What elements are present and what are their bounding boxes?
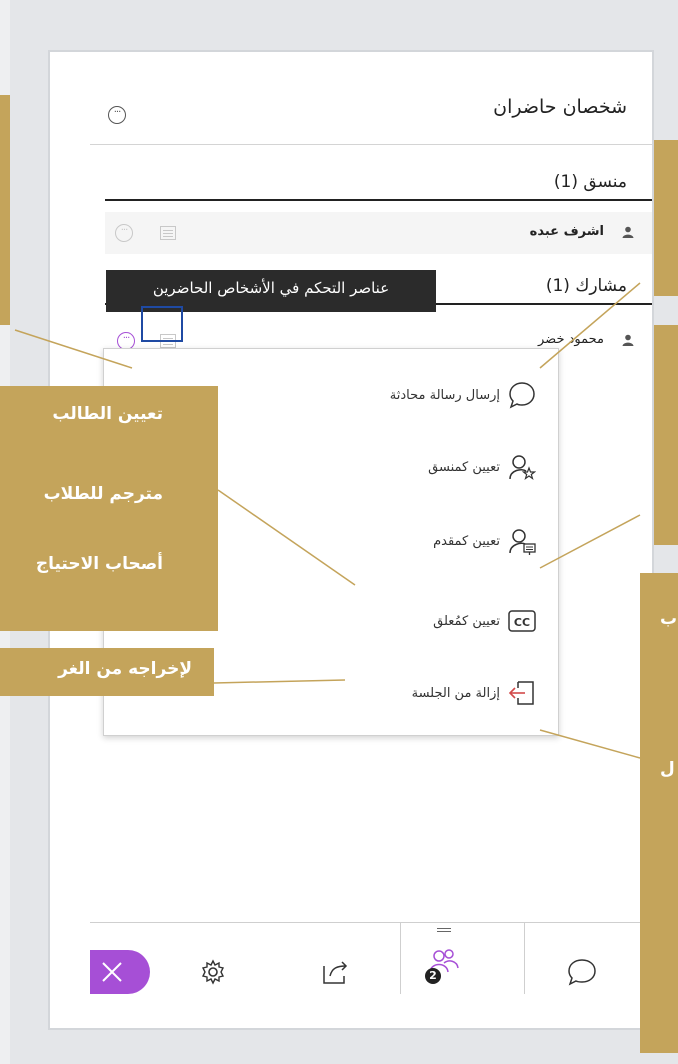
exit-icon (508, 681, 534, 705)
person-icon (622, 226, 634, 238)
attendee-row[interactable]: اشرف عبده ··· (105, 212, 652, 254)
menu-item-make-presenter[interactable]: تعيين كمقدم (433, 523, 536, 559)
tab-separator (400, 922, 401, 994)
menu-item-make-captioner[interactable]: CC تعيين كمُعلق (433, 603, 536, 639)
menu-item-label: إزالة من الجلسة (411, 685, 500, 701)
person-presenter-icon (509, 529, 536, 555)
callout-remove: لإخراجه من الغر (0, 648, 214, 696)
section-divider (105, 199, 652, 201)
chat-tab[interactable] (566, 957, 598, 987)
callout-right-lower: ب ل (640, 573, 678, 1053)
panel-title: شخصان حاضران (493, 96, 627, 118)
attendees-tab[interactable]: 2 (425, 928, 465, 988)
callout-line: تعيين الطالب (52, 404, 163, 424)
chat-bubble-icon (568, 959, 596, 986)
close-tab[interactable] (90, 950, 150, 994)
callout-line: لإخراجه من الغر (58, 659, 192, 679)
menu-item-remove-from-session[interactable]: إزالة من الجلسة (412, 675, 536, 711)
attendee-name: محمود خضر (538, 332, 604, 347)
closed-caption-icon: CC (508, 610, 536, 632)
drag-handle-icon (437, 928, 451, 929)
share-tab[interactable] (320, 958, 350, 986)
callout-line: ل (660, 759, 675, 779)
callout-line: مترجم للطلاب (43, 484, 163, 504)
gear-icon (201, 959, 225, 985)
attendee-count-badge: 2 (425, 968, 441, 984)
close-icon (102, 962, 122, 982)
menu-item-label: تعيين كمُعلق (433, 613, 500, 629)
callout-line: أصحاب الاحتياج (35, 554, 163, 574)
person-star-icon (509, 455, 536, 481)
chat-bubble-icon (509, 382, 535, 409)
callout-role-assignment: تعيين الطالب مترجم للطلاب أصحاب الاحتياج (0, 386, 218, 631)
menu-item-make-moderator[interactable]: تعيين كمنسق (428, 449, 536, 485)
callout-left-top (0, 95, 10, 325)
menu-item-send-chat[interactable]: إرسال رسالة محادثة (390, 377, 536, 413)
section-participants: مشارك (1) (545, 276, 627, 296)
divider (90, 144, 652, 145)
svg-text:CC: CC (514, 616, 530, 629)
callout-line: ب (660, 609, 678, 629)
share-icon (323, 961, 348, 984)
menu-item-label: تعيين كمقدم (433, 533, 500, 549)
settings-tab[interactable] (198, 957, 228, 987)
menu-item-label: تعيين كمنسق (428, 459, 500, 475)
section-moderators: منسق (1) (553, 172, 627, 192)
tab-separator (524, 922, 525, 994)
panel-more-icon[interactable]: ··· (108, 106, 126, 124)
menu-item-label: إرسال رسالة محادثة (389, 387, 500, 403)
highlight-box (141, 306, 183, 342)
attendee-more-icon[interactable]: ··· (115, 224, 133, 242)
attendee-name: اشرف عبده (529, 224, 604, 239)
person-icon (622, 334, 634, 346)
list-icon[interactable] (160, 226, 176, 240)
